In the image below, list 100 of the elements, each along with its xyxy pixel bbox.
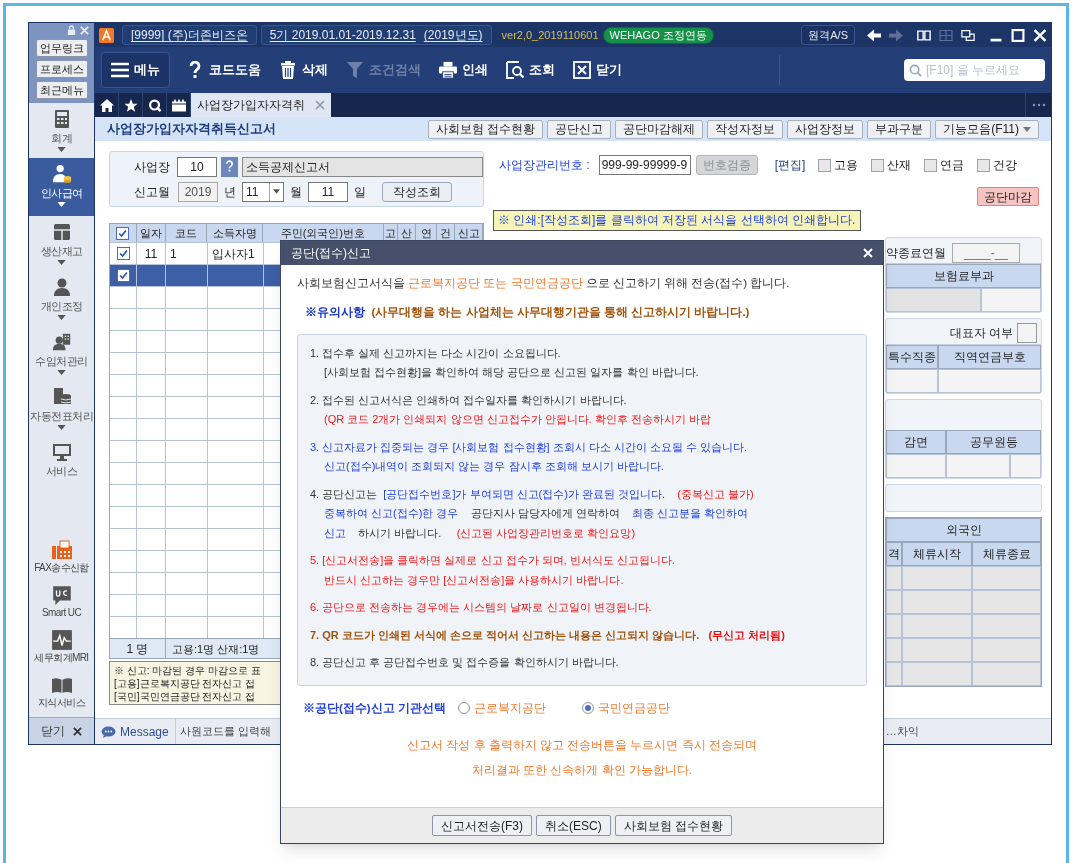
company-selector[interactable]: [9999] (주)더존비즈온 xyxy=(122,25,257,45)
field-label: 사업장 xyxy=(134,158,171,176)
sidebar-link-button[interactable]: 최근메뉴 xyxy=(35,81,88,99)
dialog-button[interactable]: 사회보험 접수현황 xyxy=(614,815,732,836)
checkbox[interactable] xyxy=(871,158,885,172)
year-field: 2019 xyxy=(178,181,218,202)
remote-support-button[interactable]: 원격A/S xyxy=(801,25,855,45)
table-cell xyxy=(972,590,1041,614)
dialog-button[interactable]: 취소(ESC) xyxy=(536,815,611,836)
sidebar-link-button[interactable]: 업무링크 xyxy=(35,39,88,57)
forward-arrow-icon[interactable] xyxy=(889,28,903,42)
table-cell xyxy=(886,614,902,638)
checkbox[interactable] xyxy=(116,247,130,260)
checkbox[interactable] xyxy=(116,226,130,240)
page-action-button[interactable]: 부과구분 xyxy=(867,119,932,139)
caret-icon xyxy=(57,370,66,375)
page-tab[interactable]: 사업장가입자자격취 xyxy=(191,93,331,117)
service-link[interactable]: 지식서비스 xyxy=(38,696,85,710)
sync-badge[interactable]: WEHAGO 조정연동 xyxy=(602,26,714,44)
toolbar-button[interactable]: 삭제 xyxy=(277,52,330,88)
table-cell-text: 입사자1 xyxy=(211,245,256,263)
service-link[interactable]: Smart UC xyxy=(41,606,82,620)
notice-line: 7. QR 코드가 인쇄된 서식에 손으로 적어서 신고하는 내용은 신고되지 않습니다. (무신고 처리됨) xyxy=(310,627,786,643)
toolbar-button[interactable]: 인쇄 xyxy=(437,52,490,88)
checkbox-label: 건강 xyxy=(993,157,1018,174)
field-label: 신고월 xyxy=(134,183,171,201)
page-action-button[interactable]: 작성자정보 xyxy=(707,119,784,139)
people-building-icon xyxy=(51,332,72,352)
number-field[interactable]: 999-99-99999-9 xyxy=(598,155,691,175)
more-icon[interactable] xyxy=(1031,103,1046,107)
lock-icon[interactable] xyxy=(67,25,76,36)
date-field[interactable]: ____-__ xyxy=(952,242,1020,263)
pulse-chart-icon[interactable] xyxy=(50,629,73,651)
page-action-button[interactable]: 사회보험 접수현황 xyxy=(427,119,544,139)
table-cell xyxy=(902,566,972,590)
unit-label: 년 xyxy=(224,183,236,201)
sidebar-link-button[interactable]: 프로세스 xyxy=(35,60,88,78)
back-arrow-icon[interactable] xyxy=(867,28,881,42)
page-action-button[interactable]: 공단마감해제 xyxy=(615,119,704,139)
sidebar-module[interactable]: 생산재고 xyxy=(29,216,94,271)
notice-line: 6. 공단으로 전송하는 경우에는 시스템의 날짜로 신고일이 변경됩니다. xyxy=(310,600,653,615)
table-cell xyxy=(886,590,902,614)
page-action-button[interactable]: 기능모음(F11) xyxy=(935,119,1039,139)
sidebar-module[interactable]: 개인조정 xyxy=(29,271,94,326)
info-text: 처리결과 또한 신속하게 확인 가능합니다. xyxy=(472,763,692,778)
edit-link[interactable]: [편집] xyxy=(774,156,806,174)
maximize-icon[interactable] xyxy=(1011,28,1025,42)
book-icon[interactable] xyxy=(917,28,931,42)
page-action-button[interactable]: 사업장정보 xyxy=(787,119,864,139)
table-cell xyxy=(902,662,972,686)
field-label: 사업장관리번호 : xyxy=(499,157,590,174)
radio-button[interactable] xyxy=(457,702,470,715)
search-field[interactable]: [F10] 을 누르세요 xyxy=(904,59,1045,81)
column-header: 소득자명 xyxy=(207,224,264,242)
sidebar-module[interactable]: 수임처관리 xyxy=(29,326,94,381)
notice-line: 5. [신고서전송]을 클릭하면 실제로 신고 접수가 되며, 빈서식도 신고됩니다. xyxy=(310,553,676,568)
sidebar-module-label: 개인조정 xyxy=(40,299,83,313)
day-field[interactable]: 11 xyxy=(308,181,348,202)
query-button[interactable]: 작성조회 xyxy=(382,181,452,202)
table-cell-text: 11 xyxy=(143,245,159,263)
service-link[interactable]: 세무회계MRI xyxy=(34,651,89,665)
radio-button[interactable] xyxy=(581,702,594,715)
magnifier-document-icon xyxy=(506,61,524,79)
checkbox[interactable] xyxy=(818,158,832,172)
column-header: 보험료부과 xyxy=(886,264,1041,288)
windows-icon[interactable] xyxy=(961,28,975,42)
service-link[interactable]: FAX송수신함 xyxy=(34,561,89,575)
help-button[interactable] xyxy=(220,156,239,177)
toolbar-button[interactable]: 조회 xyxy=(504,52,557,88)
checkbox[interactable] xyxy=(116,269,130,282)
table-cell xyxy=(972,638,1041,662)
table-cell xyxy=(972,614,1041,638)
grid-icon[interactable] xyxy=(939,28,953,42)
fax-icon[interactable] xyxy=(50,539,73,561)
notice-line: 4. 공단신고는 [공단접수번호]가 부여되면 신고(접수)가 완료된 것입니다. (중복신고 불가) xyxy=(310,486,755,502)
note-text: [고용]근로복지공단 전자신고 접 xyxy=(114,677,257,690)
close-filing-button[interactable]: 공단마감 xyxy=(977,187,1039,206)
sidebar-module[interactable]: 회계 xyxy=(29,103,94,158)
checkbox[interactable] xyxy=(1017,322,1037,343)
notice-line: 3. 신고자료가 집중되는 경우 [사회보험 접수현황] 조회시 다소 시간이 소요될 수 있습니다. xyxy=(310,439,748,455)
checkbox[interactable] xyxy=(924,158,938,172)
caret-icon xyxy=(57,425,66,430)
month-select[interactable]: 11 xyxy=(242,181,284,202)
code-field[interactable]: 10 xyxy=(177,156,217,177)
toolbar-button[interactable]: 닫기 xyxy=(571,52,624,88)
filter-icon xyxy=(346,61,364,79)
sidebar-module[interactable]: 서비스 xyxy=(29,436,94,491)
dialog-button[interactable]: 신고서전송(F3) xyxy=(432,815,532,836)
checkbox[interactable] xyxy=(977,158,991,172)
status-message: 사원코드를 입력해 xyxy=(178,724,272,740)
notice-line: 반드시 신고하는 경우만 [신고서전송]을 사용하시기 바랍니다. xyxy=(323,572,625,588)
column-header: 공무원등 xyxy=(946,430,1041,454)
sidebar-module[interactable]: 인사급여 xyxy=(29,158,94,216)
page-action-button[interactable]: 공단신고 xyxy=(547,119,612,139)
chat-bubble-icon[interactable] xyxy=(50,584,73,606)
toolbar-button[interactable]: 메뉴 xyxy=(101,52,170,88)
sidebar-close-button[interactable]: 닫기 xyxy=(29,717,94,744)
toolbar-button[interactable]: 코드도움 xyxy=(184,52,263,88)
dialog-title: 공단(접수)신고 xyxy=(291,245,371,262)
sidebar-module[interactable]: 자동전표처리 xyxy=(29,381,94,436)
